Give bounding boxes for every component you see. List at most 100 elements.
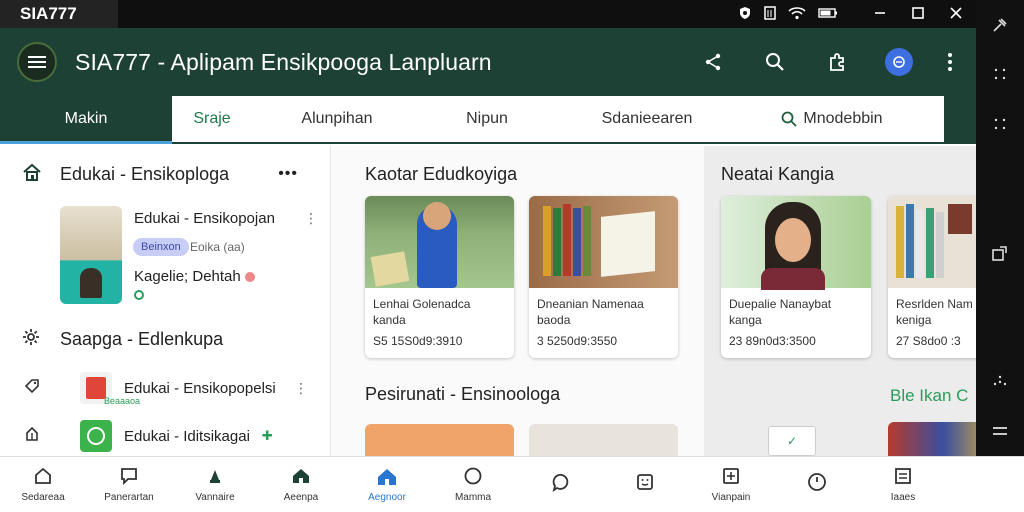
- nav-item[interactable]: Sedareaa: [0, 457, 86, 512]
- card-number: 27 S8do0 :3: [896, 334, 961, 348]
- nav-item[interactable]: Vannaire: [172, 457, 258, 512]
- search-icon: [782, 111, 798, 127]
- card-caption: Duepalie Nanaybat kanga: [729, 297, 832, 327]
- sidebar-item-sub: Beaaaoa: [104, 396, 141, 406]
- content-card[interactable]: Dneanian Namenaa baoda 3 5250d9:3550: [529, 196, 678, 358]
- clock-icon: [807, 472, 827, 494]
- minimize-icon[interactable]: [874, 6, 886, 22]
- tab-search-label: Mnodebbin: [803, 110, 883, 127]
- pin-icon[interactable]: [976, 0, 1024, 50]
- chat-icon: [119, 466, 139, 488]
- card-number: 23 89n0d3:3500: [729, 334, 816, 348]
- check-mark-icon: ✓: [786, 434, 798, 448]
- flag-icon: [24, 426, 44, 447]
- nav-label: Iaaes: [890, 492, 916, 503]
- sidebar-item-label: Edukai - Iditsikagai: [124, 427, 250, 445]
- section-title: Kaotar Edudkoyiga: [365, 164, 518, 184]
- maximize-icon[interactable]: [912, 6, 924, 22]
- main-content: Kaotar Edudkoyiga Lenhai Golenadca kanda…: [332, 146, 704, 464]
- feature-title: Edukai - Ensikopojan: [134, 210, 275, 227]
- sidebar-header: Edukai - Ensikoploga •••: [0, 146, 330, 202]
- card-image: [365, 196, 514, 288]
- nav-label: Aeenpa: [283, 492, 319, 503]
- nav-item[interactable]: Vianpain: [688, 457, 774, 512]
- status-dot: [245, 272, 255, 282]
- app-title: SIA777 - Aplipam Ensikpooga Lanpluarn: [75, 48, 492, 75]
- more-vert-icon[interactable]: ⋮: [294, 380, 308, 397]
- grid-dots-icon[interactable]: [976, 50, 1024, 100]
- tab-nipun[interactable]: Nipun: [422, 110, 552, 128]
- see-more-link[interactable]: Ble Ikan C: [890, 386, 968, 406]
- smile-icon: [635, 472, 655, 494]
- hamburger-icon: [28, 53, 46, 71]
- search-icon[interactable]: [744, 42, 806, 82]
- content-card[interactable]: Resrlden Nam keniga 27 S8do0 :3: [888, 196, 976, 358]
- nav-item[interactable]: Panerartan: [86, 457, 172, 512]
- tab-strip: Sraje Alunpihan Nipun Sdanieearen Mnodeb…: [172, 96, 944, 142]
- tab-main[interactable]: Makin: [0, 96, 172, 144]
- tab-alunpihan[interactable]: Alunpihan: [252, 110, 422, 128]
- share-icon[interactable]: [682, 42, 744, 82]
- compass-icon: [205, 466, 225, 488]
- nav-item-active[interactable]: Aegnoor: [344, 457, 430, 512]
- content-card[interactable]: Duepalie Nanaybat kanga 23 89n0d3:3500: [721, 196, 871, 358]
- side-rail: [976, 0, 1024, 456]
- home-active-icon: [376, 466, 398, 488]
- nav-label: Panerartan: [104, 492, 154, 503]
- nav-item[interactable]: [774, 457, 860, 512]
- sim-icon: [764, 5, 776, 23]
- rail-spacer: [976, 149, 1024, 228]
- add-box-icon: [721, 466, 741, 488]
- tab-sraje[interactable]: Sraje: [172, 110, 252, 128]
- avatar[interactable]: [868, 42, 930, 82]
- bottom-nav: Sedareaa Panerartan Vannaire Aeenpa Aegn…: [0, 456, 1024, 512]
- feature-item[interactable]: Edukai - Ensikopojan Beinxon Eoika (aa) …: [0, 202, 330, 314]
- card-image: [529, 196, 678, 288]
- gear-icon: [22, 328, 44, 351]
- sparkle-icon[interactable]: [976, 357, 1024, 407]
- nav-item[interactable]: Mamma: [430, 457, 516, 512]
- content-card[interactable]: Lenhai Golenadca kanda S5 15S0d9:3910: [365, 196, 514, 358]
- close-icon[interactable]: [950, 6, 962, 22]
- status-ring: [134, 290, 144, 300]
- nav-label: Aegnoor: [368, 492, 406, 503]
- feature-chip[interactable]: Beinxon: [133, 238, 189, 256]
- home-icon: [22, 163, 44, 186]
- menu-button[interactable]: [17, 42, 57, 82]
- content-card-partial[interactable]: [888, 422, 976, 456]
- card-caption: Lenhai Golenadca kanda: [373, 297, 471, 327]
- rotate-icon[interactable]: [976, 228, 1024, 278]
- section-title: Pesirunati - Ensinoologa: [365, 384, 561, 404]
- more-horiz-icon[interactable]: •••: [278, 165, 298, 183]
- menu-lines-icon[interactable]: [976, 406, 1024, 456]
- tag-icon: [24, 378, 44, 399]
- section-title: Neatai Kangia: [721, 164, 835, 184]
- sidebar-item-encyclopedia[interactable]: Edukai - Ensikopopelsi Beaaaoa ⋮: [0, 364, 330, 412]
- card-image: [888, 196, 976, 288]
- card-number: S5 15S0d9:3910: [373, 334, 463, 348]
- card-image: [721, 196, 871, 290]
- nav-item[interactable]: Aeenpa: [258, 457, 344, 512]
- sidebar-item-iditsikagai[interactable]: Edukai - Iditsikagai ✚: [0, 412, 330, 460]
- more-icon[interactable]: [930, 42, 970, 82]
- app-screen: SIA777 SIA777 - Aplipam Ensikpooga Lanpl…: [0, 0, 1024, 512]
- more-vert-icon[interactable]: ⋮: [304, 210, 318, 227]
- bubble-icon: [549, 472, 569, 494]
- tab-sdanieearen[interactable]: Sdanieearen: [552, 110, 742, 128]
- grid-dots-icon[interactable]: [976, 99, 1024, 149]
- nav-item[interactable]: Iaaes: [860, 457, 946, 512]
- tab-search[interactable]: Mnodebbin: [742, 110, 922, 128]
- sidebar-section: Saapga - Edlenkupa: [0, 314, 330, 364]
- feature-chip-secondary: Eoika (aa): [190, 240, 245, 254]
- app-bar: SIA777 - Aplipam Ensikpooga Lanpluarn: [0, 28, 976, 96]
- nav-item[interactable]: [602, 457, 688, 512]
- nav-label: Mamma: [454, 492, 492, 503]
- logo-tile[interactable]: ✓: [768, 426, 816, 456]
- nav-label: Vianpain: [711, 492, 751, 503]
- nav-item[interactable]: [516, 457, 602, 512]
- card-caption: Dneanian Namenaa baoda: [537, 297, 644, 327]
- tab-bar: Makin Sraje Alunpihan Nipun Sdanieearen …: [0, 96, 976, 144]
- sidebar: Edukai - Ensikoploga ••• Edukai - Ensiko…: [0, 146, 331, 456]
- puzzle-icon[interactable]: [806, 42, 868, 82]
- list-icon: [893, 466, 913, 488]
